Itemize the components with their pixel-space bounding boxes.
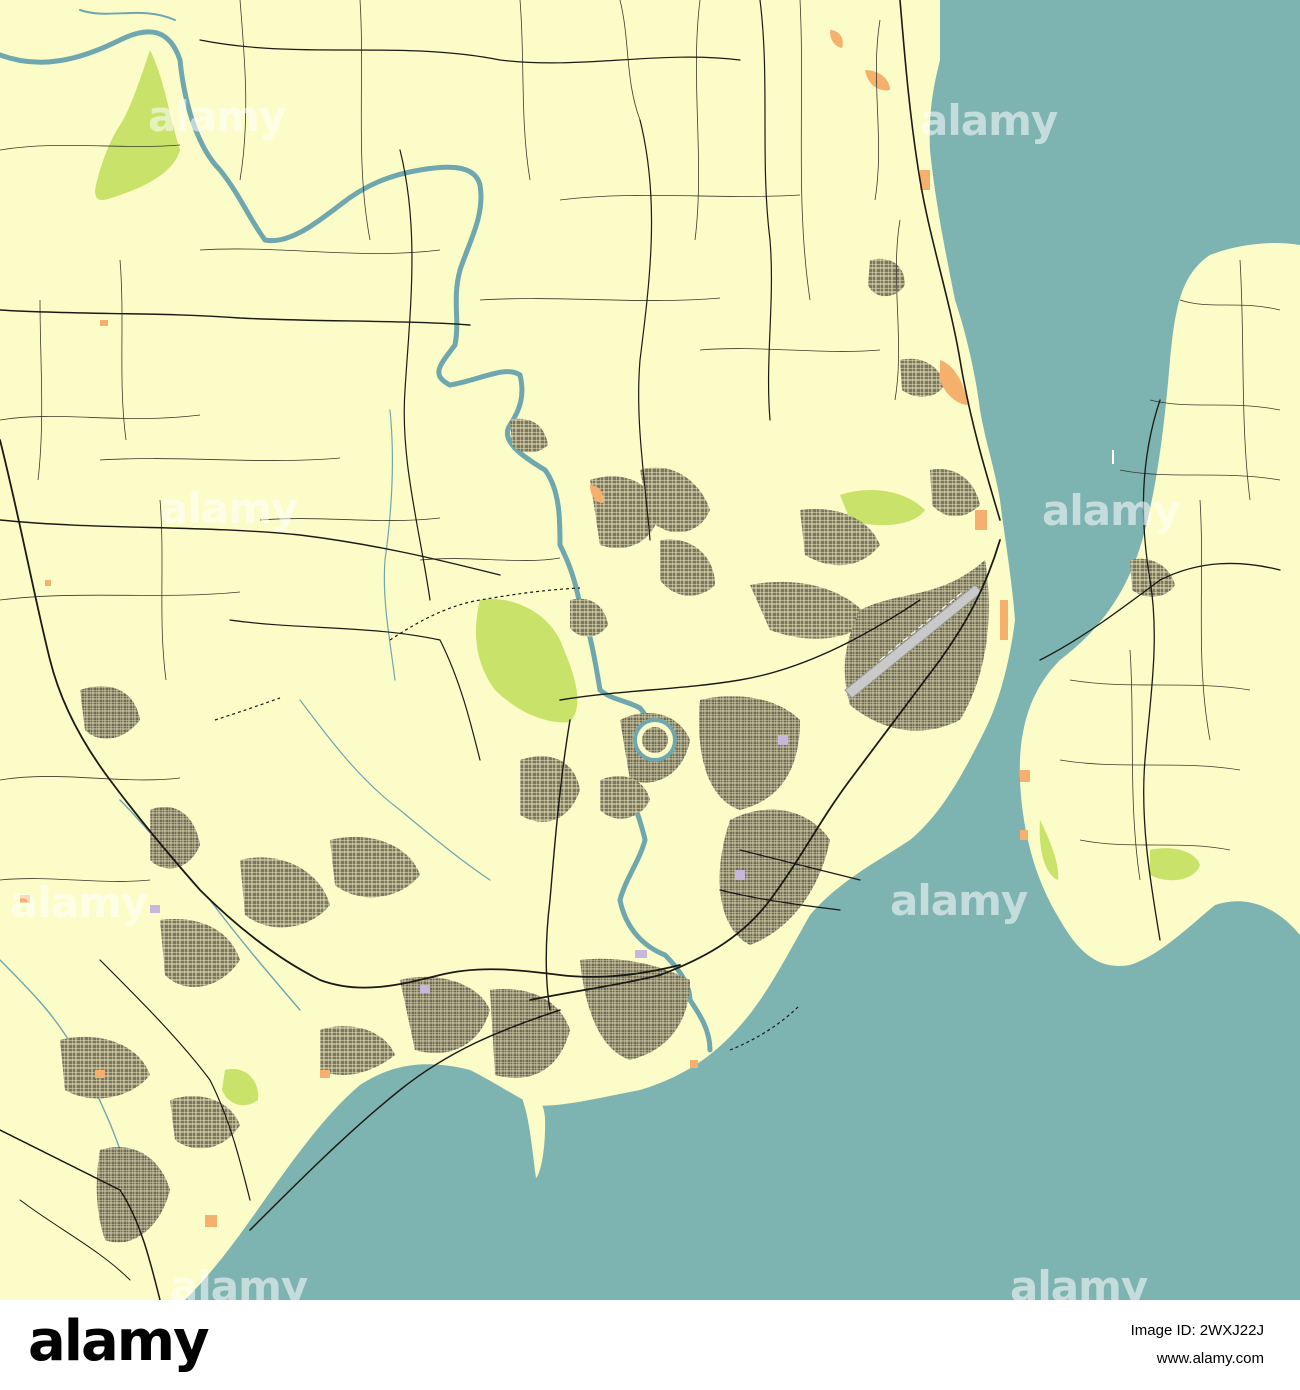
stock-logo[interactable]: alamy: [28, 1314, 210, 1370]
city-street-map: alamy alamy alamy alamy alamy alamy alam…: [0, 0, 1300, 1300]
ship-marker: [1112, 450, 1114, 464]
site-url[interactable]: www.alamy.com: [1157, 1350, 1264, 1367]
stock-footer: alamy Image ID: 2WXJ22J www.alamy.com: [0, 1300, 1300, 1390]
image-id-label: Image ID: 2WXJ22J: [1130, 1322, 1264, 1339]
stock-image-frame: alamy alamy alamy alamy alamy alamy alam…: [0, 0, 1300, 1390]
planned-estate: [633, 718, 677, 762]
